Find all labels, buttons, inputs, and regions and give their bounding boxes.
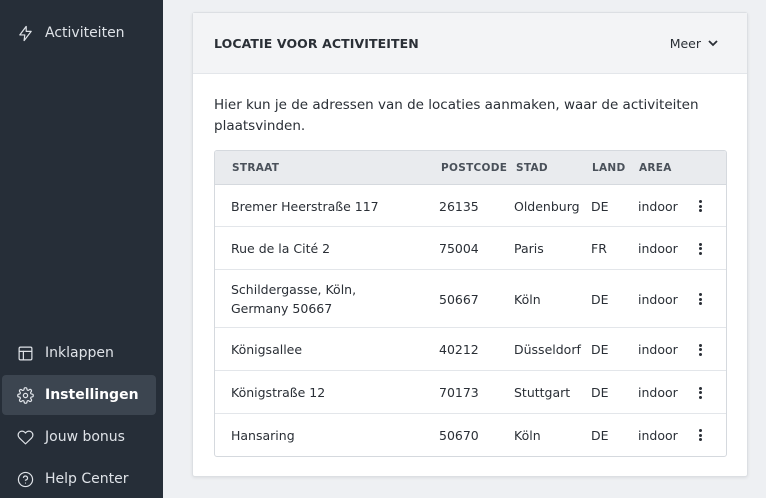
row-actions-kebab-icon[interactable] xyxy=(695,198,705,214)
cell-area: indoor xyxy=(638,385,678,400)
table-row[interactable]: Schildergasse, Köln, Germany 50667 50667 K… xyxy=(215,270,726,328)
table-row[interactable]: Königsallee 40212 Düsseldorf DE indoor xyxy=(215,328,726,371)
cell-postcode: 50670 xyxy=(439,427,479,443)
locations-table: STRAAT POSTCODE STAD LAND AREA Bremer He… xyxy=(214,150,727,457)
cell-street: Bremer Heerstraße 117 xyxy=(231,198,379,214)
row-actions-kebab-icon[interactable] xyxy=(695,291,705,307)
cell-city: Paris xyxy=(514,241,544,256)
row-actions-kebab-icon[interactable] xyxy=(695,385,705,401)
card-header: LOCATIE VOOR ACTIVITEITEN Meer xyxy=(193,13,747,74)
cell-postcode: 26135 xyxy=(439,198,479,214)
gear-icon xyxy=(16,386,34,404)
row-actions-kebab-icon[interactable] xyxy=(695,427,705,443)
cell-area: indoor xyxy=(638,198,678,214)
table-row[interactable]: Rue de la Cité 2 75004 Paris FR indoor xyxy=(215,227,726,270)
sidebar-item-label: Jouw bonus xyxy=(45,429,125,445)
help-icon xyxy=(16,470,34,488)
sidebar-item-activiteiten[interactable]: Activiteiten xyxy=(2,13,156,53)
table-header: STRAAT POSTCODE STAD LAND AREA xyxy=(215,151,726,185)
more-label: Meer xyxy=(669,35,701,51)
cell-area: indoor xyxy=(638,291,678,307)
table-row[interactable]: Bremer Heerstraße 117 26135 Oldenburg DE ind… xyxy=(215,185,726,227)
locations-card: LOCATIE VOOR ACTIVITEITEN Meer Hier kun … xyxy=(192,12,748,477)
column-header-area[interactable]: AREA xyxy=(639,151,672,185)
cell-city: Düsseldorf xyxy=(514,342,581,357)
cell-street: Königstraße 12 xyxy=(231,385,326,400)
cell-postcode: 40212 xyxy=(439,342,479,357)
sidebar-item-jouw-bonus[interactable]: Jouw bonus xyxy=(2,417,156,457)
card-description: Hier kun je de adressen van de locaties … xyxy=(214,97,699,134)
cell-city: Stuttgart xyxy=(514,385,571,400)
column-header-straat[interactable]: STRAAT xyxy=(232,151,279,185)
chevron-down-icon xyxy=(708,40,718,47)
row-actions-kebab-icon[interactable] xyxy=(695,241,705,257)
column-header-postcode[interactable]: POSTCODE xyxy=(441,151,507,185)
sidebar: Activiteiten Inklappen Instellingen Jouw… xyxy=(0,0,163,498)
cell-country: DE xyxy=(591,427,609,443)
cell-postcode: 70173 xyxy=(439,385,479,400)
cell-area: indoor xyxy=(638,241,678,256)
lightning-icon xyxy=(16,24,34,42)
cell-area: indoor xyxy=(638,427,678,443)
sidebar-item-instellingen[interactable]: Instellingen xyxy=(2,375,156,415)
cell-street: Rue de la Cité 2 xyxy=(231,241,331,256)
cell-postcode: 75004 xyxy=(439,241,479,256)
sidebar-item-label: Instellingen xyxy=(45,387,139,403)
cell-country: DE xyxy=(591,198,609,214)
column-header-stad[interactable]: STAD xyxy=(516,151,548,185)
collapse-icon xyxy=(16,344,34,362)
cell-area: indoor xyxy=(638,342,678,357)
sidebar-item-label: Inklappen xyxy=(45,345,114,361)
cell-street: Königsallee xyxy=(231,342,303,357)
table-row[interactable]: Königstraße 12 70173 Stuttgart DE indoor xyxy=(215,371,726,414)
sidebar-item-help-center[interactable]: Help Center xyxy=(2,459,156,498)
cell-postcode: 50667 xyxy=(439,291,479,307)
heart-icon xyxy=(16,428,34,446)
cell-country: FR xyxy=(591,241,607,256)
cell-country: DE xyxy=(591,385,609,400)
more-dropdown-button[interactable]: Meer xyxy=(670,36,719,51)
cell-city: Köln xyxy=(514,291,541,307)
column-header-land[interactable]: LAND xyxy=(592,151,626,185)
table-row[interactable]: Hansaring 50670 Köln DE indoor xyxy=(215,414,726,456)
cell-street: Schildergasse, Köln, Germany 50667 xyxy=(231,282,357,316)
cell-street: Hansaring xyxy=(231,427,295,443)
cell-city: Köln xyxy=(514,427,541,443)
card-title: LOCATIE VOOR ACTIVITEITEN xyxy=(214,35,419,51)
sidebar-item-label: Help Center xyxy=(45,471,129,487)
cell-country: DE xyxy=(591,291,609,307)
cell-country: DE xyxy=(591,342,609,357)
cell-city: Oldenburg xyxy=(514,198,580,214)
sidebar-item-inklappen[interactable]: Inklappen xyxy=(2,333,156,373)
sidebar-item-label: Activiteiten xyxy=(45,25,125,41)
row-actions-kebab-icon[interactable] xyxy=(695,342,705,358)
